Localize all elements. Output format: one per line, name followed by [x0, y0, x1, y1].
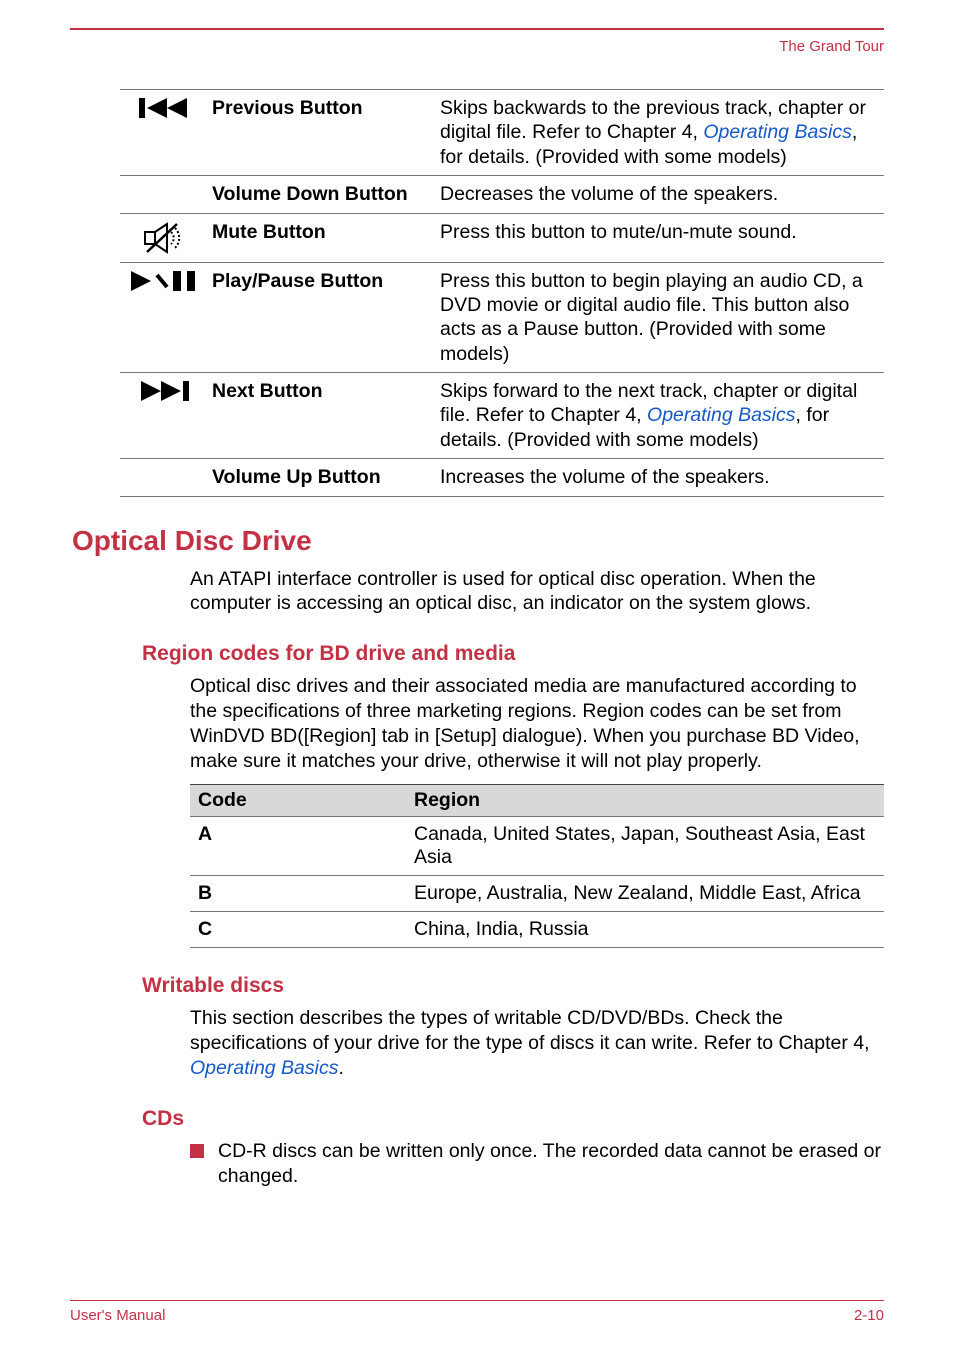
heading-optical-disc-drive: Optical Disc Drive: [72, 525, 884, 557]
region-desc: China, India, Russia: [406, 912, 884, 948]
paragraph: Optical disc drives and their associated…: [190, 674, 884, 774]
region-code: B: [190, 876, 406, 912]
buttons-table: Previous Button Skips backwards to the p…: [120, 89, 884, 497]
next-icon: [124, 379, 204, 403]
play-pause-icon: [124, 269, 204, 293]
button-desc: Decreases the volume of the speakers.: [436, 176, 884, 213]
link-operating-basics[interactable]: Operating Basics: [190, 1057, 339, 1079]
header-rule: [70, 28, 884, 30]
region-table-header-code: Code: [190, 785, 406, 817]
mute-icon: [124, 220, 204, 256]
bullet-item: CD-R discs can be written only once. The…: [190, 1139, 884, 1189]
button-desc: Press this button to begin playing an au…: [436, 262, 884, 373]
region-code: A: [190, 817, 406, 876]
main-content: Previous Button Skips backwards to the p…: [70, 89, 884, 1189]
button-label: Play/Pause Button: [208, 262, 436, 373]
button-label: Next Button: [208, 373, 436, 459]
heading-writable-discs: Writable discs: [142, 974, 884, 998]
region-desc: Europe, Australia, New Zealand, Middle E…: [406, 876, 884, 912]
footer-left: User's Manual: [70, 1307, 165, 1324]
button-desc: Increases the volume of the speakers.: [436, 459, 884, 496]
heading-region-codes: Region codes for BD drive and media: [142, 642, 884, 666]
button-desc: Skips forward to the next track, chapter…: [436, 373, 884, 459]
bullet-text: CD-R discs can be written only once. The…: [218, 1139, 884, 1189]
region-table-header-region: Region: [406, 785, 884, 817]
button-label: Volume Down Button: [208, 176, 436, 213]
button-label: Previous Button: [208, 90, 436, 176]
paragraph: This section describes the types of writ…: [190, 1006, 884, 1081]
page: The Grand Tour Previous Button Skips bac…: [0, 0, 954, 1352]
footer-right: 2-10: [854, 1307, 884, 1324]
button-desc: Press this button to mute/un-mute sound.: [436, 213, 884, 262]
button-desc: Skips backwards to the previous track, c…: [436, 90, 884, 176]
paragraph: An ATAPI interface controller is used fo…: [190, 567, 884, 617]
footer: User's Manual 2-10: [70, 1300, 884, 1324]
region-desc: Canada, United States, Japan, Southeast …: [406, 817, 884, 876]
link-operating-basics[interactable]: Operating Basics: [703, 121, 852, 143]
previous-icon: [124, 96, 204, 120]
header-title: The Grand Tour: [70, 38, 884, 55]
region-table: Code Region A Canada, United States, Jap…: [190, 784, 884, 948]
button-label: Volume Up Button: [208, 459, 436, 496]
heading-cds: CDs: [142, 1107, 884, 1131]
bullet-icon: [190, 1144, 204, 1158]
link-operating-basics[interactable]: Operating Basics: [647, 404, 796, 426]
region-code: C: [190, 912, 406, 948]
button-label: Mute Button: [208, 213, 436, 262]
